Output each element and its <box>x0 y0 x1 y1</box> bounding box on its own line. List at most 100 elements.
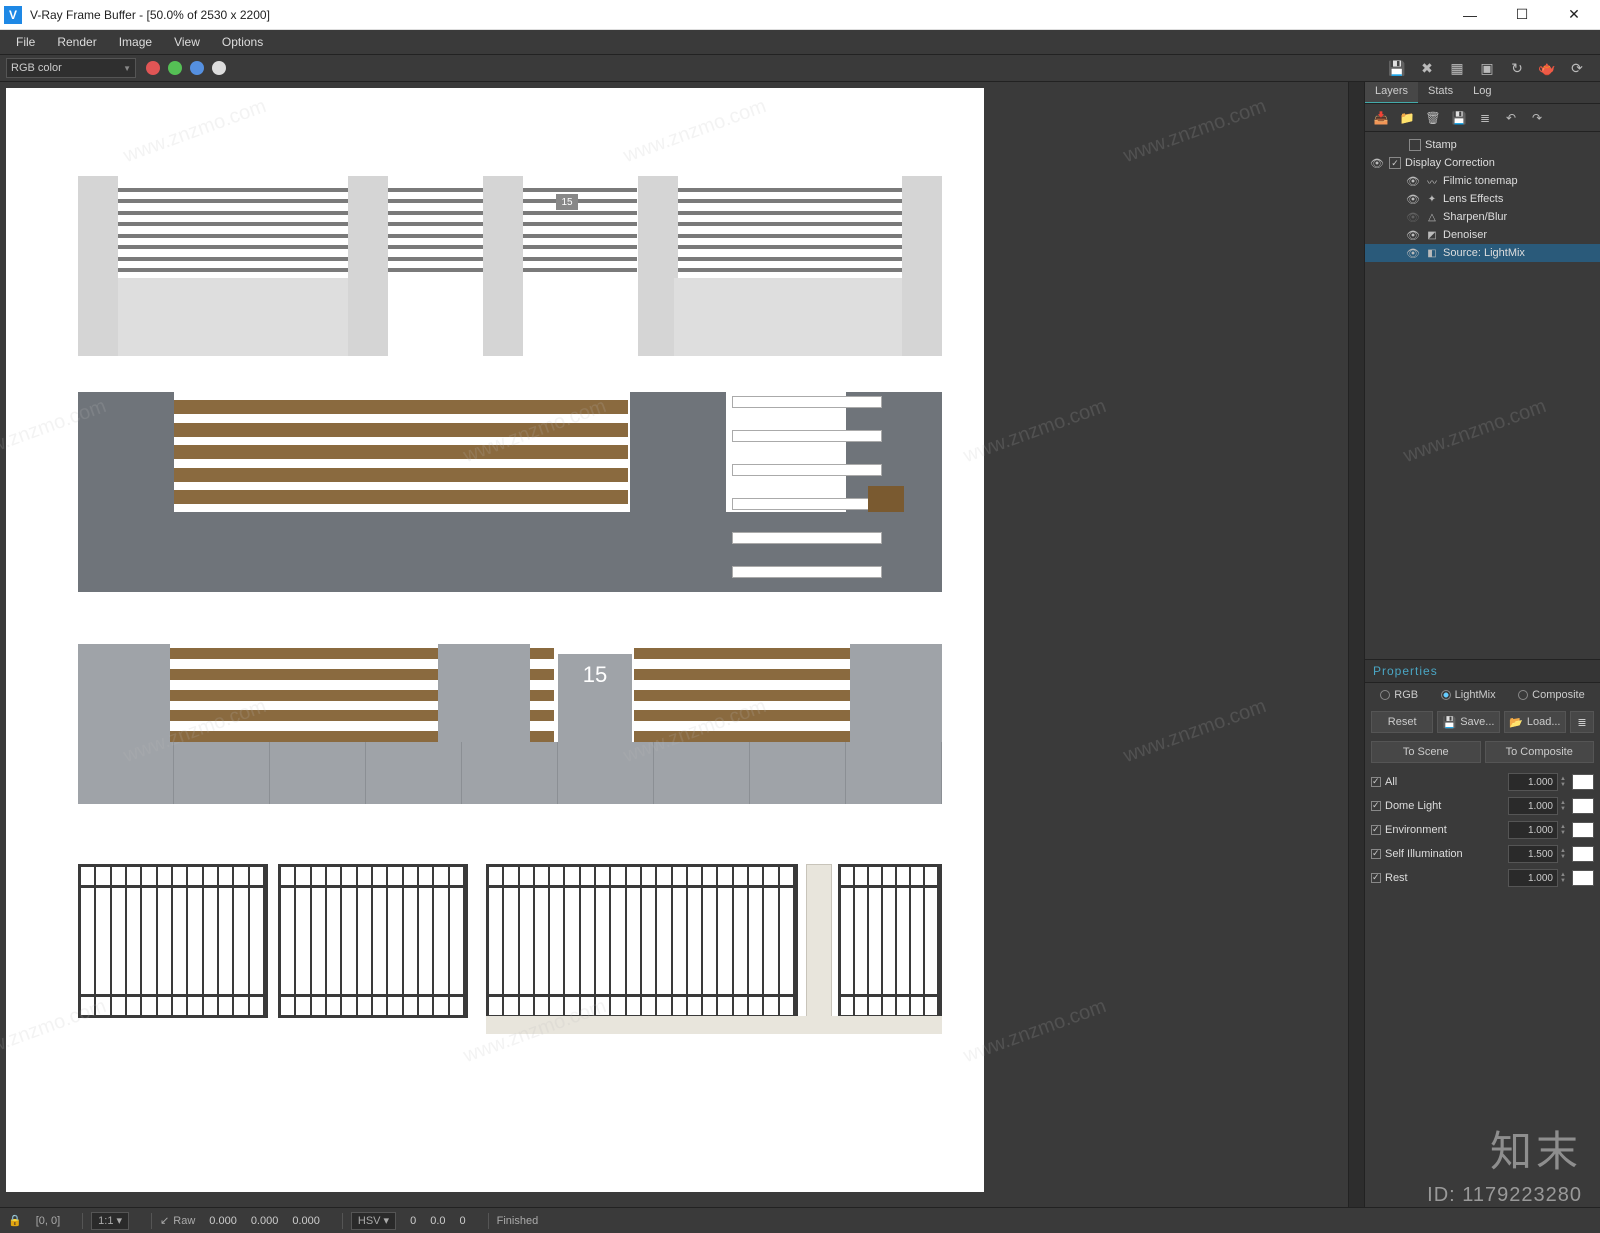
color-swatch[interactable] <box>1572 798 1594 814</box>
value-input[interactable]: 1.500 <box>1508 845 1558 863</box>
spinner-icon[interactable]: ▲▼ <box>1558 869 1568 887</box>
tab-stats[interactable]: Stats <box>1418 82 1463 103</box>
visibility-icon[interactable]: 👁 <box>1405 247 1421 260</box>
value-input[interactable]: 1.000 <box>1508 821 1558 839</box>
color-swatch[interactable] <box>1572 870 1594 886</box>
layer-display-correction[interactable]: 👁 Display Correction <box>1365 154 1600 172</box>
channel-select[interactable]: RGB color ▼ <box>6 58 136 78</box>
list-icon[interactable]: ≣ <box>1475 109 1495 127</box>
side-panel: Layers Stats Log 📥 📁 🗑 💾 ≣ ↶ ↷ Stamp 👁 D… <box>1364 82 1600 1207</box>
color-swatch[interactable] <box>1572 774 1594 790</box>
to-composite-button[interactable]: To Composite <box>1485 741 1595 763</box>
layer-stamp[interactable]: Stamp <box>1365 136 1600 154</box>
menu-file[interactable]: File <box>6 33 45 51</box>
green-channel-button[interactable] <box>168 61 182 75</box>
menu-bar: File Render Image View Options <box>0 30 1600 54</box>
menu-view[interactable]: View <box>164 33 210 51</box>
spinner-icon[interactable]: ▲▼ <box>1558 845 1568 863</box>
layer-filmic[interactable]: 👁 〰 Filmic tonemap <box>1365 172 1600 190</box>
lightmix-list: All 1.000▲▼ Dome Light 1.000▲▼ Environme… <box>1365 767 1600 895</box>
checkbox-icon[interactable] <box>1371 873 1381 883</box>
undo-icon[interactable]: ↶ <box>1501 109 1521 127</box>
visibility-icon[interactable]: 👁 <box>1369 157 1385 170</box>
tab-log[interactable]: Log <box>1463 82 1501 103</box>
region-render-icon[interactable]: ▦ <box>1446 57 1468 79</box>
color-swatch[interactable] <box>1572 822 1594 838</box>
maximize-button[interactable]: ☐ <box>1500 1 1544 29</box>
lock-icon[interactable]: 🔒 <box>8 1214 22 1227</box>
color-swatch[interactable] <box>1572 846 1594 862</box>
lightmix-row-self-illum[interactable]: Self Illumination 1.500▲▼ <box>1371 843 1594 865</box>
blue-channel-button[interactable] <box>190 61 204 75</box>
tab-layers[interactable]: Layers <box>1365 82 1418 103</box>
lightmix-row-rest[interactable]: Rest 1.000▲▼ <box>1371 867 1594 889</box>
radio-rgb[interactable]: RGB <box>1380 689 1418 701</box>
save-button[interactable]: 💾Save... <box>1437 711 1499 733</box>
visibility-icon[interactable]: 👁 <box>1405 229 1421 242</box>
checkbox-icon[interactable] <box>1389 157 1401 169</box>
render-output: 15 15 <box>6 88 984 1192</box>
track-mouse-icon[interactable]: ▣ <box>1476 57 1498 79</box>
folder-icon[interactable]: 📁 <box>1397 109 1417 127</box>
to-scene-button[interactable]: To Scene <box>1371 741 1481 763</box>
redo-icon[interactable]: ↷ <box>1527 109 1547 127</box>
value-input[interactable]: 1.000 <box>1508 797 1558 815</box>
render-icon[interactable]: ⟳ <box>1566 57 1588 79</box>
checkbox-icon[interactable] <box>1409 139 1421 151</box>
hsv-select[interactable]: HSV ▾ <box>351 1212 396 1230</box>
red-channel-button[interactable] <box>146 61 160 75</box>
raw-g: 0.000 <box>251 1215 279 1227</box>
layer-denoiser[interactable]: 👁 ◩ Denoiser <box>1365 226 1600 244</box>
save-image-icon[interactable]: 💾 <box>1386 57 1408 79</box>
menu-button[interactable]: ≣ <box>1570 711 1594 733</box>
hsv-h: 0 <box>410 1215 416 1227</box>
lightmix-row-env[interactable]: Environment 1.000▲▼ <box>1371 819 1594 841</box>
mono-channel-button[interactable] <box>212 61 226 75</box>
raw-label: ↙Raw <box>160 1214 195 1227</box>
spinner-icon[interactable]: ▲▼ <box>1558 773 1568 791</box>
visibility-icon[interactable]: 👁 <box>1405 193 1421 206</box>
canvas-area[interactable]: 15 15 <box>0 82 1348 1207</box>
load-button[interactable]: 📂Load... <box>1504 711 1566 733</box>
value-input[interactable]: 1.000 <box>1508 869 1558 887</box>
checkbox-icon[interactable] <box>1371 849 1381 859</box>
radio-composite[interactable]: Composite <box>1518 689 1585 701</box>
pixel-coord: [0, 0] <box>36 1215 60 1227</box>
layer-source-lightmix[interactable]: 👁 ◧ Source: LightMix <box>1365 244 1600 262</box>
reset-button[interactable]: Reset <box>1371 711 1433 733</box>
menu-image[interactable]: Image <box>109 33 162 51</box>
checkbox-icon[interactable] <box>1371 825 1381 835</box>
spinner-icon[interactable]: ▲▼ <box>1558 821 1568 839</box>
spinner-icon[interactable]: ▲▼ <box>1558 797 1568 815</box>
checkbox-icon[interactable] <box>1371 777 1381 787</box>
delete-layer-icon[interactable]: 🗑 <box>1423 109 1443 127</box>
clear-image-icon[interactable]: ✖ <box>1416 57 1438 79</box>
value-input[interactable]: 1.000 <box>1508 773 1558 791</box>
layer-sharpen-blur[interactable]: 👁 △ Sharpen/Blur <box>1365 208 1600 226</box>
visibility-icon[interactable]: 👁 <box>1405 211 1421 224</box>
zoom-select[interactable]: 1:1 ▾ <box>91 1212 129 1230</box>
visibility-icon[interactable]: 👁 <box>1405 175 1421 188</box>
close-button[interactable]: ✕ <box>1552 1 1596 29</box>
lightmix-row-dome[interactable]: Dome Light 1.000▲▼ <box>1371 795 1594 817</box>
layer-lens-effects[interactable]: 👁 ✦ Lens Effects <box>1365 190 1600 208</box>
radio-lightmix[interactable]: LightMix <box>1441 689 1496 701</box>
minimize-button[interactable]: — <box>1448 1 1492 29</box>
link-pdplayer-icon[interactable]: ↻ <box>1506 57 1528 79</box>
lightmix-row-all[interactable]: All 1.000▲▼ <box>1371 771 1594 793</box>
status-bar: 🔒 [0, 0] 1:1 ▾ ↙Raw 0.000 0.000 0.000 HS… <box>0 1207 1600 1233</box>
checkbox-icon[interactable] <box>1371 801 1381 811</box>
menu-render[interactable]: Render <box>47 33 106 51</box>
dropdown-arrow-icon: ▼ <box>123 64 131 73</box>
render-last-icon[interactable]: 🫖 <box>1536 57 1558 79</box>
fence-design-4 <box>78 864 942 1034</box>
hsv-v: 0 <box>460 1215 466 1227</box>
hsv-s: 0.0 <box>430 1215 445 1227</box>
menu-options[interactable]: Options <box>212 33 273 51</box>
add-layer-icon[interactable]: 📥 <box>1371 109 1391 127</box>
curve-icon: 〰 <box>1425 175 1439 187</box>
save-preset-icon[interactable]: 💾 <box>1449 109 1469 127</box>
vertical-scrollbar[interactable] <box>1348 82 1364 1207</box>
title-bar: V V-Ray Frame Buffer - [50.0% of 2530 x … <box>0 0 1600 30</box>
fence-design-1: 15 <box>78 176 942 356</box>
